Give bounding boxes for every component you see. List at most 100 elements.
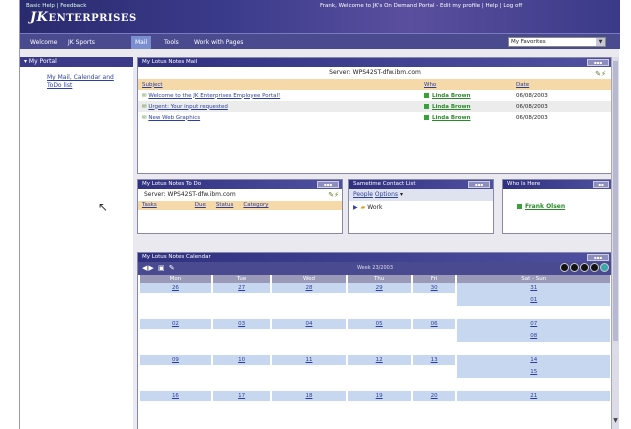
calendar-date[interactable]: 08 — [457, 329, 610, 342]
mail-date: 06/08/2003 — [516, 92, 548, 99]
content-area: My Lotus Notes Mail ▪▪▪ Server: WPS42ST-d… — [137, 57, 615, 429]
calendar-date[interactable]: 29 — [347, 283, 411, 293]
options-menu[interactable]: Options — [375, 191, 398, 198]
column-tasks[interactable]: Tasks — [142, 202, 157, 208]
day-header: Thu — [347, 275, 411, 283]
calendar-date[interactable]: 18 — [272, 391, 346, 401]
portlet-controls-icon[interactable]: ▪▪▪ — [587, 59, 609, 66]
calendar-date[interactable]: 28 — [272, 283, 346, 293]
calendar-date[interactable]: 31 — [457, 283, 610, 293]
portlet-controls-icon[interactable]: ▪▪▪ — [317, 181, 339, 188]
sidebar-header[interactable]: ▾ My Portal — [20, 57, 133, 67]
calendar-date[interactable]: 04 — [272, 319, 346, 329]
portlet-controls-icon[interactable]: ▪▪▪ — [468, 181, 490, 188]
calendar-date[interactable]: 14 — [457, 355, 610, 365]
mail-portlet: My Lotus Notes Mail ▪▪▪ Server: WPS42ST-d… — [137, 57, 613, 174]
calendar-date[interactable]: 19 — [347, 391, 411, 401]
people-menu[interactable]: People — [353, 191, 373, 198]
calendar-date[interactable]: 30 — [412, 283, 456, 293]
month-view-icon[interactable] — [580, 263, 589, 272]
column-category[interactable]: Category — [243, 202, 268, 208]
year-view-icon[interactable] — [590, 263, 599, 272]
company-logo: JKENTERPRISES — [30, 10, 137, 25]
chevron-down-icon[interactable]: ▾ — [400, 191, 403, 198]
calendar-date[interactable]: 06 — [412, 319, 456, 329]
calendar-date[interactable]: 27 — [212, 283, 271, 293]
calendar-grid: Mon Tue Wed Thu Fri Sat - Sun 26 27 28 2… — [138, 275, 612, 401]
logo-main: JK — [30, 10, 49, 25]
portlet-controls-icon[interactable]: ▪▪ — [593, 181, 609, 188]
calendar-date[interactable]: 15 — [457, 365, 610, 378]
calendar-date[interactable]: 11 — [272, 355, 346, 365]
column-due[interactable]: Due — [195, 202, 206, 208]
tab-welcome[interactable]: Welcome — [26, 36, 61, 49]
table-row[interactable]: ✉ Urgent: Your input requested Linda Bro… — [138, 101, 612, 112]
portlet-title: My Lotus Notes Mail ▪▪▪ — [138, 58, 612, 67]
welcome-links[interactable]: Frank, Welcome to JK's On Demand Portal … — [320, 3, 522, 9]
today-icon[interactable] — [600, 263, 609, 272]
online-status-icon — [424, 103, 429, 109]
top-banner: Basic Help | Feedback JKENTERPRISES Fran… — [20, 0, 620, 33]
mail-subject[interactable]: Urgent: Your input requested — [148, 104, 227, 110]
portlet-controls-icon[interactable]: ▪▪▪ — [587, 254, 609, 261]
column-date[interactable]: Date — [516, 82, 529, 88]
day-header: Tue — [212, 275, 271, 283]
edit-pencil-icon[interactable]: ✎⚡ — [595, 70, 606, 78]
mail-subject[interactable]: Welcome to the JK Enterprises Employee P… — [148, 93, 280, 99]
top-links[interactable]: Basic Help | Feedback — [26, 3, 86, 9]
mail-sender[interactable]: Linda Brown — [432, 104, 471, 110]
calendar-date[interactable]: 21 — [457, 391, 610, 401]
mail-icon: ✉ — [142, 114, 147, 121]
calendar-date[interactable]: 12 — [347, 355, 411, 365]
table-row[interactable]: ✉ Welcome to the JK Enterprises Employee… — [138, 90, 612, 101]
calendar-date[interactable]: 16 — [140, 391, 211, 401]
calendar-date[interactable]: 10 — [212, 355, 271, 365]
calendar-date[interactable]: 02 — [140, 319, 211, 329]
expand-arrow-icon[interactable]: ▶ — [353, 204, 358, 211]
contact-group[interactable]: ▶ ▰ Work — [349, 201, 493, 215]
tab-jk-sports[interactable]: JK Sports — [64, 36, 99, 49]
edit-pencil-icon[interactable]: ✎⚡ — [328, 191, 339, 199]
favorites-select[interactable]: My Favorites ▼ — [508, 37, 606, 47]
vertical-scrollbar[interactable]: ▼ — [611, 57, 619, 429]
portal-window: Basic Help | Feedback JKENTERPRISES Fran… — [19, 0, 620, 429]
scrollbar-thumb[interactable] — [613, 61, 618, 341]
sidebar-item-mail-calendar[interactable]: My Mail, Calendar and ToDo list — [47, 74, 127, 90]
calendar-date[interactable]: 26 — [140, 283, 211, 293]
mail-subject[interactable]: New Web Graphics — [148, 115, 200, 121]
calendar-date[interactable]: 13 — [412, 355, 456, 365]
mail-sender[interactable]: Linda Brown — [432, 115, 471, 121]
mail-sender[interactable]: Linda Brown — [432, 93, 471, 99]
online-status-icon — [424, 114, 429, 120]
portlet-title: My Lotus Notes Calendar ▪▪▪ — [138, 253, 612, 262]
calendar-date[interactable]: 01 — [457, 293, 610, 306]
tab-mail[interactable]: Mail — [131, 36, 152, 49]
calendar-date[interactable]: 17 — [212, 391, 271, 401]
day-header: Fri — [412, 275, 456, 283]
day-header: Mon — [140, 275, 211, 283]
table-row[interactable]: ✉ New Web Graphics Linda Brown 06/08/200… — [138, 112, 612, 123]
column-who[interactable]: Who — [424, 82, 436, 88]
column-status[interactable]: Status — [216, 202, 234, 208]
contacts-toolbar: People Options ▾ — [349, 189, 493, 201]
calendar-date[interactable]: 03 — [212, 319, 271, 329]
day-view-icon[interactable] — [560, 263, 569, 272]
column-subject[interactable]: Subject — [142, 82, 163, 88]
todo-server: Server: WPS42ST-dfw.ibm.com — [144, 191, 236, 198]
calendar-date[interactable]: 07 — [457, 319, 610, 329]
group-name: Work — [367, 204, 383, 211]
chevron-down-icon[interactable]: ▼ — [596, 38, 605, 46]
week-view-icon[interactable] — [570, 263, 579, 272]
week-label: Week 23/2003 — [356, 265, 394, 271]
calendar-date[interactable]: 09 — [140, 355, 211, 365]
present-user[interactable]: Frank Olsen — [503, 189, 612, 210]
todo-portlet: My Lotus Notes To Do ▪▪▪ Server: WPS42ST-… — [137, 179, 343, 234]
day-header: Sat - Sun — [457, 275, 610, 283]
scroll-down-icon[interactable]: ▼ — [612, 417, 619, 425]
calendar-date[interactable]: 05 — [347, 319, 411, 329]
tab-work-with-pages[interactable]: Work with Pages — [190, 36, 247, 49]
calendar-date[interactable]: 20 — [412, 391, 456, 401]
tab-tools[interactable]: Tools — [160, 36, 183, 49]
portlet-title: My Lotus Notes To Do ▪▪▪ — [138, 180, 342, 189]
mail-date: 06/08/2003 — [516, 114, 548, 121]
